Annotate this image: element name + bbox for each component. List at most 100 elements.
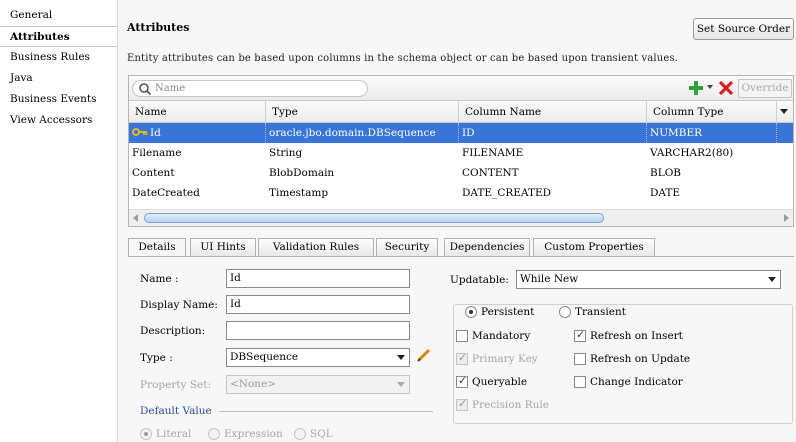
page-title: Attributes <box>127 21 190 34</box>
type-select-value: DBSequence <box>230 351 299 363</box>
primary-key-label: Primary Key <box>472 353 538 365</box>
property-set-label: Property Set: <box>140 379 212 391</box>
chevron-down-icon <box>768 277 776 282</box>
pencil-icon[interactable] <box>416 347 432 363</box>
cell-column-type: BLOB <box>650 167 682 179</box>
literal-radio[interactable] <box>140 428 152 440</box>
description-field[interactable] <box>226 321 410 340</box>
nav-item-business-rules[interactable]: Business Rules <box>0 47 117 68</box>
nav-item-attributes[interactable]: Attributes <box>0 26 117 47</box>
precision-rule-checkbox[interactable] <box>456 397 468 411</box>
updatable-value: While New <box>520 273 579 285</box>
default-value-label: Default Value <box>140 405 212 417</box>
table-row[interactable]: DateCreated Timestamp DATE_CREATED DATE <box>129 183 793 203</box>
refresh-on-insert-label: Refresh on Insert <box>590 330 683 342</box>
name-field[interactable]: Id <box>226 269 410 288</box>
nav-item-business-events[interactable]: Business Events <box>0 89 117 110</box>
sql-radio[interactable] <box>294 428 306 440</box>
precision-rule-label: Precision Rule <box>472 399 549 411</box>
column-header-name[interactable]: Name <box>129 101 266 123</box>
set-source-order-button[interactable]: Set Source Order <box>693 18 794 40</box>
horizontal-scrollbar[interactable] <box>129 209 793 226</box>
tab-security[interactable]: Security <box>376 238 438 256</box>
queryable-label: Queryable <box>472 376 528 388</box>
expression-radio[interactable] <box>208 428 220 440</box>
cell-type: oracle.jbo.domain.DBSequence <box>266 123 459 143</box>
tab-dependencies[interactable]: Dependencies <box>444 238 530 256</box>
table-rows: Id oracle.jbo.domain.DBSequence ID NUMBE… <box>129 123 793 203</box>
primary-key-checkbox[interactable] <box>456 351 468 365</box>
add-icon[interactable] <box>688 80 704 96</box>
search-placeholder: Name <box>155 83 186 94</box>
cell-name: DateCreated <box>132 187 200 199</box>
left-nav: General Attributes Business Rules Java B… <box>0 0 118 442</box>
chevron-down-icon <box>397 382 405 387</box>
delete-icon[interactable] <box>717 79 735 97</box>
cell-name-wrapper: Id <box>129 123 266 143</box>
scroll-right-icon[interactable] <box>784 214 789 222</box>
display-name-label: Display Name: <box>140 299 218 311</box>
table-row[interactable]: Filename String FILENAME VARCHAR2(80) <box>129 143 793 163</box>
refresh-on-insert-checkbox[interactable] <box>574 328 586 342</box>
column-header-type[interactable]: Type <box>266 101 459 123</box>
cell-name: Filename <box>132 147 182 159</box>
cell-name: Id <box>150 127 161 139</box>
mandatory-label: Mandatory <box>472 330 531 342</box>
type-label: Type : <box>140 352 173 364</box>
add-dropdown-arrow-icon[interactable] <box>707 85 713 89</box>
column-header-column-type[interactable]: Column Type <box>647 101 777 123</box>
literal-label: Literal <box>156 428 192 440</box>
tab-validation-rules[interactable]: Validation Rules <box>258 238 374 256</box>
cell-column-name: CONTENT <box>462 167 519 179</box>
updatable-select[interactable]: While New <box>516 270 781 289</box>
cell-column-name: DATE_CREATED <box>462 187 552 199</box>
scrollbar-thumb[interactable] <box>144 213 604 223</box>
sql-label: SQL <box>310 428 333 440</box>
property-set-select[interactable]: <None> <box>226 375 410 394</box>
tab-ui-hints[interactable]: UI Hints <box>190 238 256 256</box>
table-row[interactable]: Id oracle.jbo.domain.DBSequence ID NUMBE… <box>129 123 793 143</box>
cell-column-type: DATE <box>650 187 681 199</box>
cell-column-name: FILENAME <box>462 147 524 159</box>
main-panel: Attributes Set Source Order Entity attri… <box>119 0 796 442</box>
display-name-field[interactable]: Id <box>226 295 410 314</box>
refresh-on-update-checkbox[interactable] <box>574 353 586 365</box>
nav-item-general[interactable]: General <box>0 5 117 26</box>
search-icon <box>139 83 152 96</box>
type-select[interactable]: DBSequence <box>226 348 410 367</box>
tab-custom-properties[interactable]: Custom Properties <box>533 238 655 256</box>
table-header: Name Type Column Name Column Type <box>129 101 793 123</box>
nav-item-view-accessors[interactable]: View Accessors <box>0 110 117 131</box>
transient-radio[interactable] <box>559 306 571 318</box>
default-value-separator <box>219 411 433 412</box>
name-label: Name : <box>140 273 179 285</box>
override-button[interactable]: Override <box>738 79 792 98</box>
cell-type: Timestamp <box>269 187 329 199</box>
attributes-table-panel: Name Override Name Type Column Name Colu… <box>128 75 794 227</box>
refresh-on-update-label: Refresh on Update <box>590 353 691 365</box>
nav-item-java[interactable]: Java <box>0 68 117 89</box>
tab-divider <box>128 256 794 257</box>
scroll-left-icon[interactable] <box>133 214 138 222</box>
cell-type: BlobDomain <box>269 167 335 179</box>
tab-details[interactable]: Details <box>128 238 186 257</box>
change-indicator-label: Change Indicator <box>590 376 683 388</box>
expression-label: Expression <box>224 428 283 440</box>
search-input[interactable]: Name <box>132 80 368 97</box>
chevron-down-icon <box>397 355 405 360</box>
column-header-column-name[interactable]: Column Name <box>459 101 647 123</box>
persistent-radio[interactable] <box>465 306 477 318</box>
updatable-label: Updatable: <box>450 274 509 286</box>
cell-name: Content <box>132 167 175 179</box>
column-menu-icon[interactable] <box>780 109 788 114</box>
cell-column-type: NUMBER <box>647 123 777 143</box>
change-indicator-checkbox[interactable] <box>574 376 586 388</box>
table-row[interactable]: Content BlobDomain CONTENT BLOB <box>129 163 793 183</box>
mandatory-checkbox[interactable] <box>456 330 468 342</box>
queryable-checkbox[interactable] <box>456 374 468 388</box>
table-toolbar: Name Override <box>129 76 793 101</box>
description-label: Description: <box>140 325 206 337</box>
cell-type: String <box>269 147 303 159</box>
transient-label: Transient <box>575 306 626 318</box>
persistent-label: Persistent <box>481 306 535 318</box>
